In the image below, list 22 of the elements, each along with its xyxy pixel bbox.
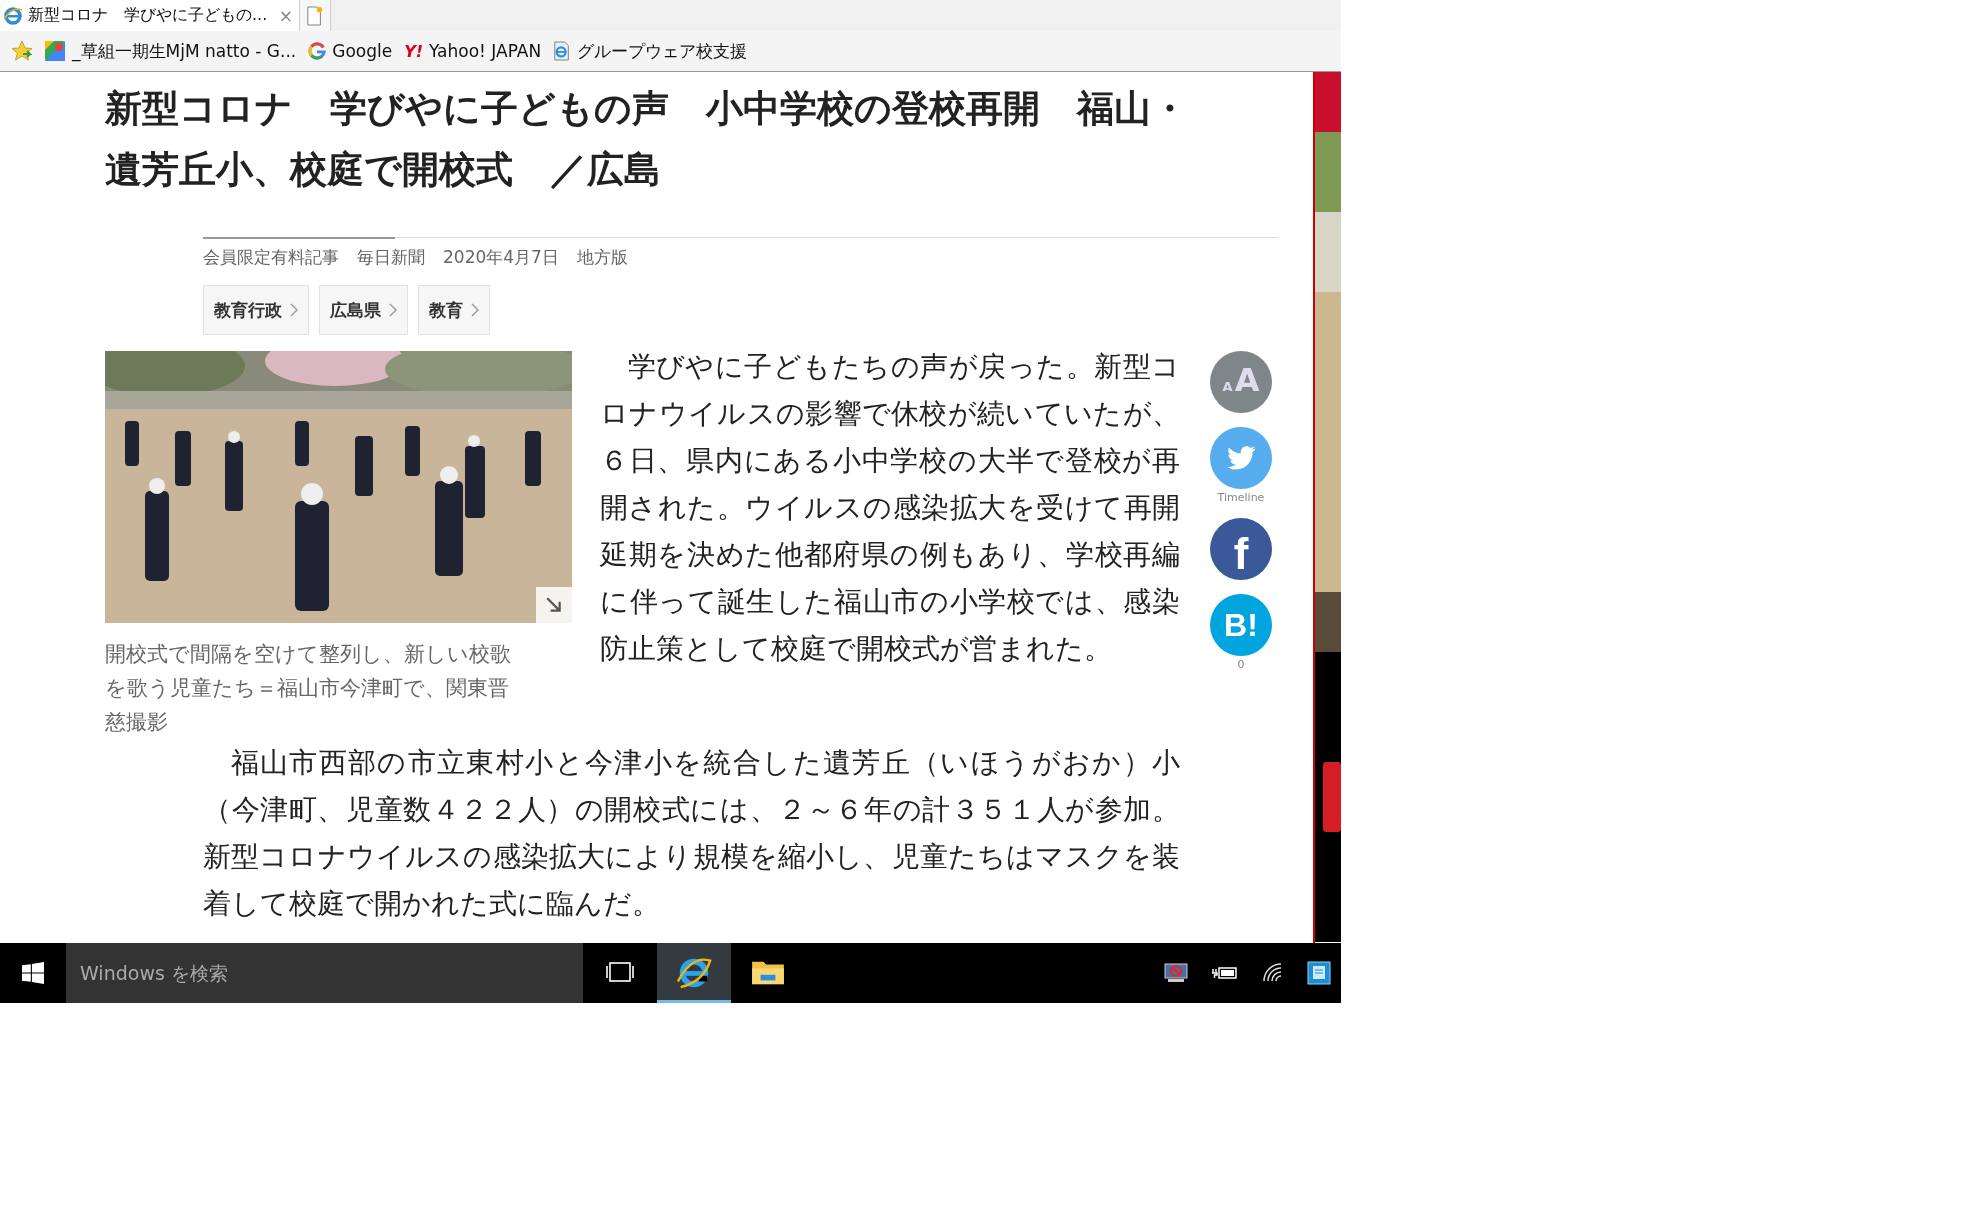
tag-link[interactable]: 教育 bbox=[418, 285, 490, 335]
tag-link[interactable]: 広島県 bbox=[319, 285, 408, 335]
browser-tab[interactable]: 新型コロナ 学びやに子どもの... × bbox=[0, 0, 300, 31]
article-paragraph: 福山市西部の市立東村小と今津小を統合した遺芳丘（いほうがおか）小（今津町、児童数４２２人）の開校式には、２～６年の計３５１人が参加。新型コロナウイルスの感染拡大により規模を縮小し、児童たちはマスクを装着して校庭で開かれた式に臨んだ。 bbox=[203, 745, 1180, 921]
favorite-link[interactable]: _草組一期生MjM natto - G... bbox=[44, 39, 297, 63]
photo-caption: 開校式で間隔を空けて整列し、新しい校歌を歌う児童たち＝福山市今津町で、関東晋慈撮影 bbox=[105, 641, 512, 736]
article-meta: 会員限定有料記事 bbox=[203, 246, 339, 269]
close-tab-button[interactable]: × bbox=[278, 5, 293, 26]
article-meta: 2020年4月7日 bbox=[443, 246, 559, 269]
favorite-link[interactable]: Google bbox=[308, 41, 393, 61]
yahoo-mark: Y! bbox=[404, 41, 424, 61]
share-count-label: 0 bbox=[1237, 658, 1245, 671]
share-count-label: Timeline bbox=[1217, 491, 1265, 504]
favorite-link[interactable]: Y! Yahoo! JAPAN bbox=[404, 41, 542, 61]
article-paragraph: 学びやに子どもたちの声が戻った。新型コロナウイルスの影響で休校が続いていたが、６日、県内にある小中学校の大半で登校が再開された。ウイルスの感染拡大を受けて再開延期を決めた他都府県の例もあり、学校再編に伴って誕生した福山市の小学校では、感染防止策として校庭で開校式が営まれた。 bbox=[600, 349, 1180, 666]
favorite-link[interactable]: グループウェア校支援 bbox=[553, 39, 748, 63]
article-meta: 毎日新聞 bbox=[357, 246, 425, 269]
facebook-share-button[interactable]: f bbox=[1210, 518, 1272, 580]
article-title: 新型コロナ 学びやに子どもの声 小中学校の登校再開 福山・遺芳丘小、校庭で開校式 ／広島 bbox=[104, 86, 1189, 193]
tag-link[interactable]: 教育行政 bbox=[203, 285, 309, 335]
article-meta: 地方版 bbox=[576, 246, 628, 269]
tab-title: 新型コロナ 学びやに子どもの... bbox=[28, 5, 269, 26]
